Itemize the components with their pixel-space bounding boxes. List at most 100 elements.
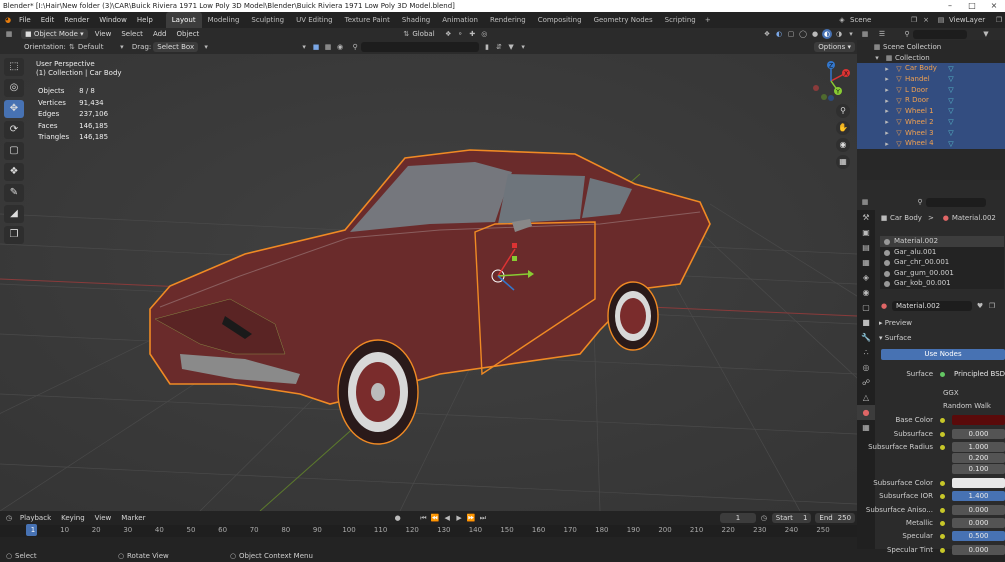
shading-options-icon[interactable]: ▾: [846, 29, 856, 39]
measure-icon[interactable]: ◢: [4, 205, 24, 223]
select-box-icon[interactable]: ⬚: [4, 58, 24, 76]
fake-user-icon[interactable]: ♥: [975, 301, 985, 311]
current-frame-field[interactable]: 1: [720, 512, 756, 523]
xray-icon[interactable]: ▢: [786, 29, 796, 39]
play-icon[interactable]: ▶: [454, 513, 464, 523]
grid-view-icon[interactable]: ▦: [836, 155, 850, 169]
rotate-icon[interactable]: ⟳: [4, 121, 24, 139]
menu-file[interactable]: File: [14, 12, 36, 28]
property-value-field[interactable]: 0.000: [952, 545, 1005, 555]
modifier-tab-icon[interactable]: 🔧: [857, 330, 875, 345]
outliner-item-r-door[interactable]: ▸ ▽ R Door ▽: [857, 95, 1005, 107]
delete-scene-icon[interactable]: ×: [921, 15, 931, 25]
properties-search-input[interactable]: [926, 197, 986, 207]
distribution-dropdown[interactable]: GGX: [940, 388, 1005, 399]
scene-tab-icon[interactable]: ◈: [857, 270, 875, 285]
property-value-field[interactable]: 1.400: [952, 491, 1005, 501]
outliner-filter-icon[interactable]: ▼: [981, 29, 991, 39]
transform-orientation[interactable]: Global: [412, 30, 442, 38]
material-slot[interactable]: Gar_alu.001: [880, 247, 1004, 258]
navigation-gizmo[interactable]: X Z Y: [808, 58, 854, 104]
annotate-icon[interactable]: ✎: [4, 184, 24, 202]
material-slot[interactable]: Gar_chr_00.001: [880, 257, 1004, 268]
viewport-filter-icon[interactable]: ▦: [323, 42, 333, 52]
physics-tab-icon[interactable]: ◎: [857, 360, 875, 375]
maximize-icon[interactable]: □: [961, 0, 983, 12]
tab-animation[interactable]: Animation: [436, 12, 484, 28]
use-nodes-button[interactable]: Use Nodes: [881, 349, 1005, 360]
new-view-layer-icon[interactable]: ❐: [994, 15, 1004, 25]
pivot-icon[interactable]: ❖: [443, 29, 453, 39]
solid-shading-icon[interactable]: ●: [810, 29, 820, 39]
tab-compositing[interactable]: Compositing: [532, 12, 588, 28]
expand-object-icon[interactable]: ▸: [882, 106, 892, 116]
expand-object-icon[interactable]: ▸: [882, 139, 892, 149]
play-reverse-icon[interactable]: ◀: [442, 513, 452, 523]
snap-target-icon[interactable]: ✚: [467, 29, 477, 39]
scene-name[interactable]: Scene: [848, 16, 908, 24]
outliner-search-input[interactable]: [913, 29, 967, 39]
property-value-field[interactable]: 0.100: [952, 464, 1005, 474]
tool-tab-icon[interactable]: ⚒: [857, 210, 875, 225]
close-icon[interactable]: ×: [983, 0, 1005, 12]
tab-shading[interactable]: Shading: [396, 12, 436, 28]
timeline-clock-icon[interactable]: ◷: [759, 513, 769, 523]
expand-object-icon[interactable]: ▸: [882, 74, 892, 84]
constraints-tab-icon[interactable]: ☍: [857, 375, 875, 390]
material-slot[interactable]: Gar_gum_00.001: [880, 268, 1004, 279]
search-icon[interactable]: ⚲: [350, 42, 360, 52]
menu-edit[interactable]: Edit: [36, 12, 60, 28]
camera-icon[interactable]: ◉: [836, 138, 850, 152]
sort-icon[interactable]: ⇵: [494, 42, 504, 52]
expand-object-icon[interactable]: ▸: [882, 64, 892, 74]
orientation-dropdown-icon[interactable]: ▾: [117, 42, 127, 52]
editor-type-icon[interactable]: ▦: [4, 29, 14, 39]
property-value-field[interactable]: 0.500: [952, 531, 1005, 541]
pan-hand-icon[interactable]: ✋: [836, 121, 850, 135]
prev-keyframe-icon[interactable]: ⏪: [430, 513, 440, 523]
surface-section[interactable]: ▾ Surface: [879, 334, 911, 342]
expand-object-icon[interactable]: ▸: [882, 96, 892, 106]
cursor-icon[interactable]: ◎: [4, 79, 24, 97]
options-button[interactable]: Options ▾: [814, 42, 855, 52]
duplicate-material-icon[interactable]: ❐: [987, 301, 997, 311]
minimize-icon[interactable]: –: [939, 0, 961, 12]
collection-tab-icon[interactable]: ▢: [857, 300, 875, 315]
new-scene-icon[interactable]: ❐: [909, 15, 919, 25]
drag-dropdown-icon[interactable]: ▾: [201, 42, 211, 52]
material-slot[interactable]: Material.002: [880, 236, 1004, 247]
output-tab-icon[interactable]: ▤: [857, 240, 875, 255]
transform-orientation-icon[interactable]: ⇅: [401, 29, 411, 39]
mode-selector[interactable]: ■ Object Mode ▾: [21, 29, 88, 39]
browse-material-icon[interactable]: ●: [879, 301, 889, 311]
next-keyframe-icon[interactable]: ⏩: [466, 513, 476, 523]
tab-geometry-nodes[interactable]: Geometry Nodes: [588, 12, 659, 28]
outliner-item-wheel-1[interactable]: ▸ ▽ Wheel 1 ▽: [857, 106, 1005, 117]
menu-timeline-view[interactable]: View: [90, 510, 117, 526]
outliner-editor-icon[interactable]: ▦: [860, 29, 870, 39]
zoom-icon[interactable]: ⚲: [836, 104, 850, 118]
property-value-field[interactable]: 0.200: [952, 453, 1005, 463]
tab-scripting[interactable]: Scripting: [659, 12, 702, 28]
property-value-field[interactable]: 1.000: [952, 442, 1005, 452]
snap-icon[interactable]: ⚬: [455, 29, 465, 39]
bookmark-icon[interactable]: ▮: [482, 42, 492, 52]
outliner-search-icon[interactable]: ⚲: [902, 29, 912, 39]
scene-icon[interactable]: ◈: [837, 15, 847, 25]
viewport-search-input[interactable]: [361, 42, 480, 52]
property-value-field[interactable]: [952, 478, 1005, 488]
texture-tab-icon[interactable]: ▦: [857, 420, 875, 435]
expand-object-icon[interactable]: ▸: [882, 85, 892, 95]
outliner-scene-collection[interactable]: ▦ Scene Collection: [857, 42, 1005, 53]
jump-end-icon[interactable]: ⏭: [478, 513, 488, 523]
visibility-dropdown-icon[interactable]: ▾: [299, 42, 309, 52]
properties-editor-icon[interactable]: ▦: [860, 197, 870, 207]
3d-viewport[interactable]: [0, 54, 857, 511]
property-value-field[interactable]: [952, 415, 1005, 425]
timeline-editor-icon[interactable]: ◷: [4, 513, 14, 523]
preview-section[interactable]: ▸ Preview: [879, 319, 912, 327]
render-tab-icon[interactable]: ▣: [857, 225, 875, 240]
tab-modeling[interactable]: Modeling: [202, 12, 246, 28]
jump-start-icon[interactable]: ⏮: [418, 513, 428, 523]
add-workspace-icon[interactable]: +: [703, 15, 713, 25]
